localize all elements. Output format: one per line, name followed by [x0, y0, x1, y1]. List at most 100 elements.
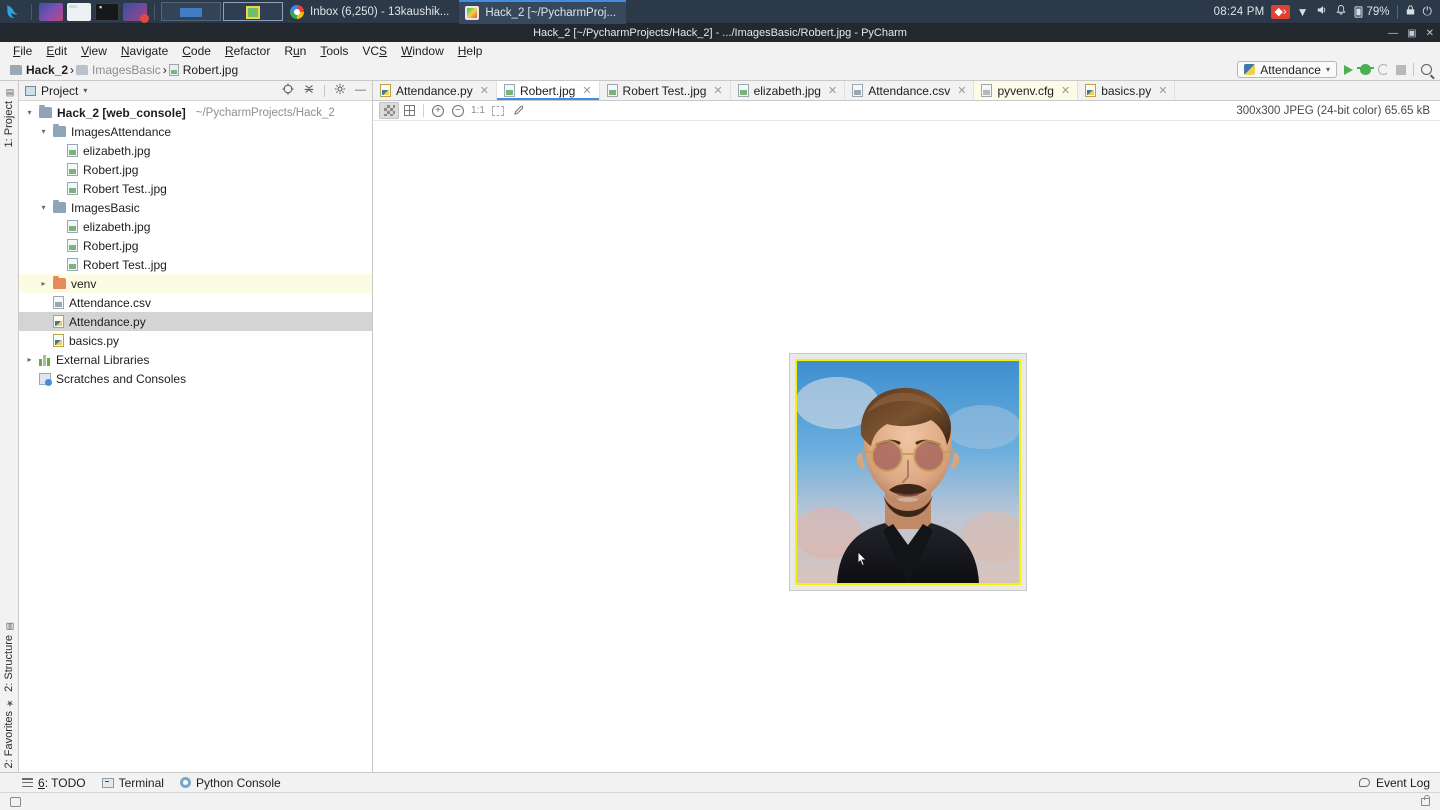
menu-file[interactable]: File	[6, 43, 39, 59]
workspace-2[interactable]	[223, 2, 283, 21]
editor-tab[interactable]: pyvenv.cfg ✕	[974, 81, 1079, 100]
stop-button[interactable]	[1396, 64, 1406, 75]
battery-indicator[interactable]: 79%	[1354, 6, 1390, 18]
tree-node[interactable]: ▾ ImagesAttendance	[19, 122, 372, 141]
close-icon[interactable]: ✕	[713, 84, 722, 97]
tree-node[interactable]: elizabeth.jpg	[19, 141, 372, 160]
clock[interactable]: 08:24 PM	[1214, 6, 1265, 18]
close-icon[interactable]: ✕	[828, 84, 837, 97]
editor-tab[interactable]: Robert Test..jpg ✕	[600, 81, 731, 100]
chevron-down-icon[interactable]: ▾	[83, 86, 87, 95]
tree-node[interactable]: Robert Test..jpg	[19, 179, 372, 198]
menu-help[interactable]: Help	[451, 43, 490, 59]
taskbar-window-pycharm[interactable]: Hack_2 [~/PycharmProj...	[459, 0, 627, 24]
tree-node[interactable]: Attendance.py	[19, 312, 372, 331]
rail-item-project[interactable]: 1: Project ▤	[3, 87, 15, 147]
lock-icon[interactable]	[1421, 794, 1430, 806]
tree-node[interactable]: ▾ Hack_2 [web_console] ~/PycharmProjects/H…	[19, 103, 372, 122]
menu-run[interactable]: Run	[277, 43, 313, 59]
zoom-in-icon[interactable]: +	[428, 102, 448, 119]
network-icon[interactable]: ▼	[1297, 5, 1309, 19]
menu-edit[interactable]: Edit	[39, 43, 74, 59]
breadcrumb-project[interactable]: Hack_2	[8, 63, 70, 77]
tree-node[interactable]: ▸ External Libraries	[19, 350, 372, 369]
folder-icon[interactable]	[67, 2, 91, 21]
tree-node[interactable]: Robert Test..jpg	[19, 255, 372, 274]
volume-icon[interactable]	[1315, 4, 1328, 19]
tree-node[interactable]: elizabeth.jpg	[19, 217, 372, 236]
tool-window-python-console-label: Python Console	[195, 775, 281, 790]
kali-dragon-logo[interactable]	[0, 0, 26, 24]
burp-suite-icon[interactable]	[123, 2, 149, 23]
tree-twisty-expanded[interactable]: ▾	[25, 108, 34, 117]
debug-button[interactable]	[1357, 64, 1374, 75]
menu-window[interactable]: Window	[394, 43, 451, 59]
editor-tab[interactable]: Attendance.csv ✕	[845, 81, 975, 100]
rail-item-structure[interactable]: 2: Structure ▥	[3, 621, 15, 692]
taskbar-window-chrome-label: Inbox (6,250) - 13kaushik...	[310, 5, 450, 18]
settings-gear-icon[interactable]	[334, 83, 346, 98]
terminal-icon[interactable]	[95, 2, 119, 21]
tree-node[interactable]: Attendance.csv	[19, 293, 372, 312]
menu-view[interactable]: View	[74, 43, 114, 59]
editor-tab[interactable]: elizabeth.jpg ✕	[731, 81, 846, 100]
editor-tab[interactable]: Attendance.py ✕	[373, 81, 497, 100]
collapse-all-icon[interactable]	[303, 83, 315, 98]
bell-icon[interactable]	[1335, 4, 1347, 19]
menu-vcs[interactable]: VCS	[355, 43, 394, 59]
tree-node[interactable]: Robert.jpg	[19, 236, 372, 255]
close-icon[interactable]: ✕	[480, 84, 489, 97]
files-manager-icon[interactable]	[39, 2, 63, 21]
close-icon[interactable]: ✕	[582, 84, 591, 97]
menu-tools[interactable]: Tools	[313, 43, 355, 59]
menu-code[interactable]: Code	[175, 43, 218, 59]
tree-node[interactable]: ▸ venv	[19, 274, 372, 293]
editor-tab[interactable]: basics.py ✕	[1078, 81, 1176, 100]
search-everywhere-button[interactable]	[1421, 64, 1432, 75]
toggle-transparency-chessboard-icon[interactable]	[379, 102, 399, 119]
tree-node[interactable]: basics.py	[19, 331, 372, 350]
run-button[interactable]	[1344, 64, 1353, 75]
hide-panel-icon[interactable]: —	[355, 85, 366, 96]
tool-window-python-console[interactable]: Python Console	[179, 775, 281, 790]
tree-twisty-collapsed[interactable]: ▸	[25, 355, 34, 364]
notification-badge-icon[interactable]: ◆›	[1271, 4, 1290, 19]
editor-tab[interactable]: Robert.jpg ✕	[496, 81, 600, 100]
maximize-button[interactable]: ▣	[1407, 28, 1416, 39]
breadcrumb-folder[interactable]: ImagesBasic	[74, 63, 163, 77]
tree-node[interactable]: Robert.jpg	[19, 160, 372, 179]
coverage-button[interactable]	[1378, 64, 1389, 75]
locate-file-icon[interactable]	[282, 83, 294, 98]
tree-node[interactable]: Scratches and Consoles	[19, 369, 372, 388]
close-icon[interactable]: ✕	[1061, 84, 1070, 97]
lock-screen-icon[interactable]	[1405, 4, 1416, 19]
breadcrumb-folder-label: ImagesBasic	[92, 62, 161, 77]
taskbar-window-chrome[interactable]: Inbox (6,250) - 13kaushik...	[284, 0, 459, 24]
image-canvas[interactable]	[373, 121, 1440, 772]
color-picker-icon[interactable]	[508, 102, 528, 119]
event-log-button[interactable]: Event Log	[1358, 776, 1440, 790]
close-icon[interactable]: ✕	[957, 84, 966, 97]
close-button[interactable]: ✕	[1426, 28, 1434, 39]
show-tool-windows-icon[interactable]	[10, 796, 21, 807]
run-configuration-selector[interactable]: Attendance ▾	[1237, 61, 1337, 78]
editor-tab-label: pyvenv.cfg	[997, 83, 1054, 98]
menu-refactor[interactable]: Refactor	[218, 43, 277, 59]
tree-twisty-expanded[interactable]: ▾	[39, 127, 48, 136]
zoom-out-icon[interactable]: −	[448, 102, 468, 119]
actual-size-icon[interactable]: 1:1	[468, 102, 488, 119]
tool-window-todo[interactable]: 6: TODO	[22, 776, 86, 790]
fit-to-window-icon[interactable]	[488, 102, 508, 119]
tree-twisty-collapsed[interactable]: ▸	[39, 279, 48, 288]
tree-node[interactable]: ▾ ImagesBasic	[19, 198, 372, 217]
breadcrumb-file[interactable]: Robert.jpg	[167, 63, 240, 77]
minimize-button[interactable]: —	[1388, 28, 1398, 39]
rail-item-favorites[interactable]: 2: Favorites ★	[3, 697, 15, 768]
power-icon[interactable]: ⏻	[1423, 4, 1433, 19]
menu-navigate[interactable]: Navigate	[114, 43, 175, 59]
tree-twisty-expanded[interactable]: ▾	[39, 203, 48, 212]
tool-window-terminal[interactable]: Terminal	[101, 776, 164, 790]
toggle-grid-icon[interactable]	[399, 102, 419, 119]
workspace-1[interactable]	[161, 2, 221, 21]
close-icon[interactable]: ✕	[1158, 84, 1167, 97]
